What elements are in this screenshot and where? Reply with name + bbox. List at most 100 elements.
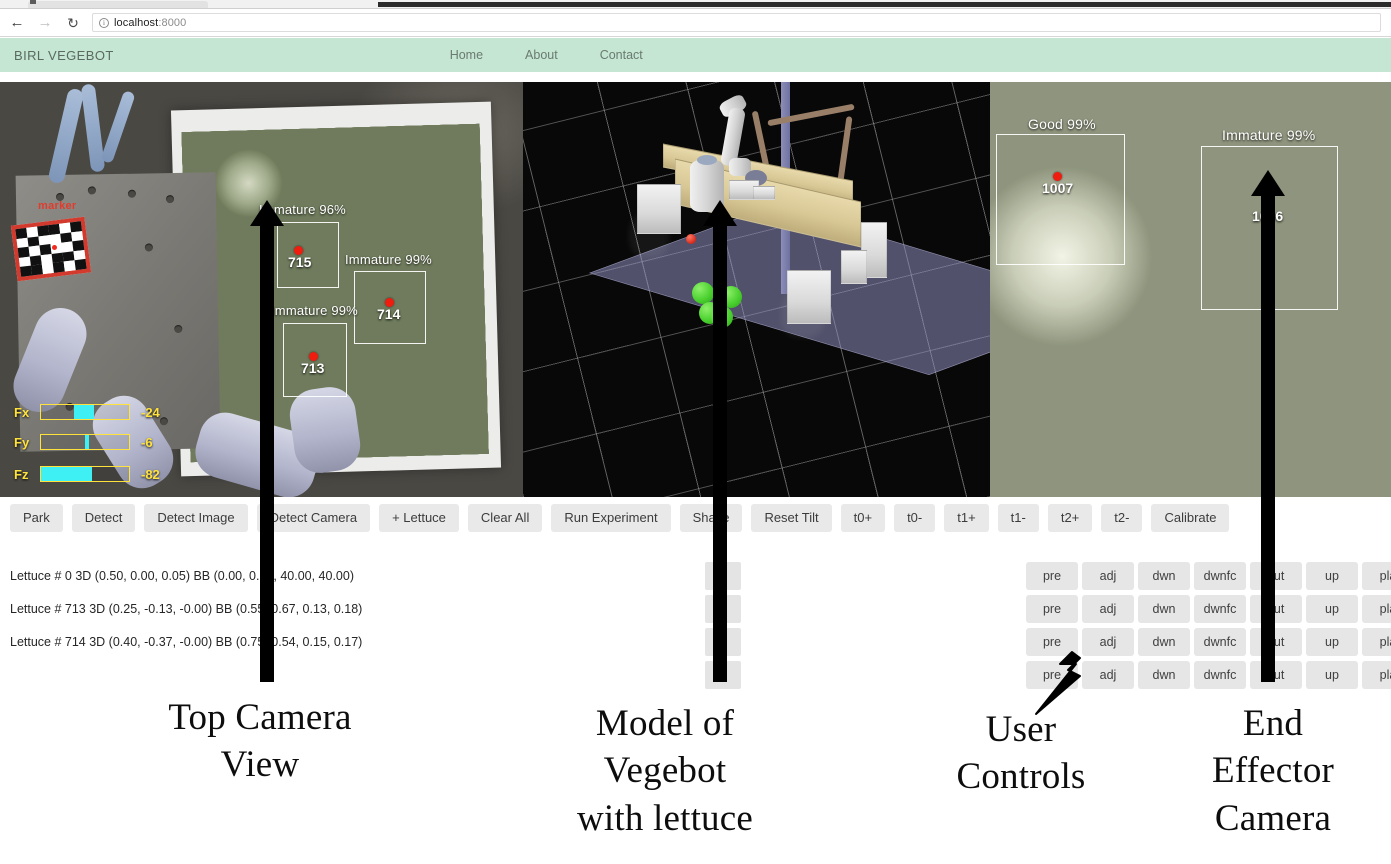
browser-tab-indicator (30, 0, 36, 4)
calibrate-button[interactable]: Calibrate (1151, 504, 1230, 532)
caption-line: Controls (956, 756, 1086, 798)
force-bar-fy-track (40, 434, 130, 450)
nav-link-contact[interactable]: Contact (600, 48, 643, 62)
simulation-wheel-2 (787, 270, 831, 324)
caption-simulation: Model of Vegebot with lettuce (532, 700, 798, 842)
browser-toolbar: ← → ↻ i localhost:8000 (0, 9, 1391, 37)
detection-id-713: 713 (301, 360, 325, 376)
address-host: localhost (114, 16, 159, 29)
annotation-arrow-top-camera (247, 200, 287, 682)
pre-button-row2[interactable]: pre (1026, 595, 1078, 623)
pla-button-row1[interactable]: pla (1362, 562, 1391, 590)
browser-tab-strip (0, 0, 1391, 9)
detect-button[interactable]: Detect (71, 504, 136, 532)
action-toolbar: Park Detect Detect Image Detect Camera +… (0, 500, 1391, 536)
dwn-button-row1[interactable]: dwn (1138, 562, 1190, 590)
annotation-arrow-end-effector (1248, 170, 1288, 682)
address-bar-text: localhost:8000 (114, 17, 186, 29)
detection-id-1007: 1007 (1042, 180, 1074, 196)
dwnfc-button-row3[interactable]: dwnfc (1194, 628, 1246, 656)
aruco-marker-icon (10, 216, 92, 282)
simulation-wheel-1 (637, 184, 681, 234)
caption-line: Camera (1214, 797, 1332, 839)
detection-label-714: Immature 99% (345, 252, 432, 267)
browser-tab[interactable] (28, 1, 208, 8)
dwn-button-row4[interactable]: dwn (1138, 661, 1190, 689)
pla-button-row2[interactable]: pla (1362, 595, 1391, 623)
simulation-view[interactable] (523, 82, 990, 497)
caption-top-camera: Top Camera View (120, 694, 400, 789)
force-bar-fz-label: Fz (14, 466, 29, 482)
up-button-row4[interactable]: up (1306, 661, 1358, 689)
simulation-wheel-4 (841, 250, 867, 284)
dwn-button-row3[interactable]: dwn (1138, 628, 1190, 656)
force-bar-fy-label: Fy (14, 434, 30, 450)
force-bar-fz-fill (41, 467, 93, 481)
info-icon[interactable]: i (99, 17, 109, 28)
pre-button-row1[interactable]: pre (1026, 562, 1078, 590)
pla-button-row3[interactable]: pla (1362, 628, 1391, 656)
browser-titlebar-fill (378, 2, 1391, 7)
park-button[interactable]: Park (10, 504, 63, 532)
t0-increase-button[interactable]: t0+ (840, 504, 886, 532)
force-bar-fx-track (40, 404, 130, 420)
lettuce-list-item: Lettuce # 0 3D (0.50, 0.00, 0.05) BB (0.… (10, 569, 354, 583)
caption-line: View (220, 744, 300, 786)
force-bar-fy: Fy -6 (14, 432, 153, 452)
dwn-button-row2[interactable]: dwn (1138, 595, 1190, 623)
force-bar-fz: Fz -82 (14, 464, 160, 484)
site-navbar: BIRL VEGEBOT Home About Contact (0, 38, 1391, 72)
up-button-row1[interactable]: up (1306, 562, 1358, 590)
clear-all-button[interactable]: Clear All (467, 504, 543, 532)
lettuce-list: Lettuce # 0 3D (0.50, 0.00, 0.05) BB (0.… (10, 560, 710, 659)
address-port: :8000 (158, 16, 187, 29)
dwnfc-button-row2[interactable]: dwnfc (1194, 595, 1246, 623)
site-nav-links: Home About Contact (450, 48, 643, 62)
lettuce-list-item: Lettuce # 713 3D (0.25, -0.13, -0.00) BB… (10, 602, 363, 616)
forward-arrow-icon: → (37, 14, 53, 31)
end-effector-camera-view[interactable]: Good 99% 1007 Immature 99% 1006 (990, 82, 1391, 497)
caption-end-effector: End Effector Camera (1158, 700, 1388, 842)
adj-button-row4[interactable]: adj (1082, 661, 1134, 689)
run-experiment-button[interactable]: Run Experiment (551, 504, 671, 532)
detection-id-714: 714 (377, 306, 401, 322)
up-button-row2[interactable]: up (1306, 595, 1358, 623)
detect-image-button[interactable]: Detect Image (144, 504, 248, 532)
dwnfc-button-row1[interactable]: dwnfc (1194, 562, 1246, 590)
simulation-target-marker (686, 234, 696, 244)
detection-id-715: 715 (288, 254, 312, 270)
adj-button-row2[interactable]: adj (1082, 595, 1134, 623)
adj-button-row1[interactable]: adj (1082, 562, 1134, 590)
t1-decrease-button[interactable]: t1- (997, 504, 1039, 532)
app-window: ← → ↻ i localhost:8000 BIRL VEGEBOT Home… (0, 0, 1391, 864)
caption-line: Effector (1211, 750, 1335, 792)
nav-link-home[interactable]: Home (450, 48, 483, 62)
site-brand[interactable]: BIRL VEGEBOT (14, 48, 114, 63)
add-lettuce-button[interactable]: + Lettuce (379, 504, 459, 532)
caption-user-controls: User Controls (908, 706, 1134, 801)
detection-label-1007: Good 99% (1028, 116, 1096, 132)
t0-decrease-button[interactable]: t0- (894, 504, 936, 532)
detection-label-1006: Immature 99% (1222, 127, 1316, 143)
address-bar[interactable]: i localhost:8000 (92, 13, 1381, 32)
adj-button-row3[interactable]: adj (1082, 628, 1134, 656)
detection-box-1007 (996, 134, 1125, 265)
dwnfc-button-row4[interactable]: dwnfc (1194, 661, 1246, 689)
pla-button-row4[interactable]: pla (1362, 661, 1391, 689)
t2-decrease-button[interactable]: t2- (1101, 504, 1143, 532)
nav-link-about[interactable]: About (525, 48, 558, 62)
force-bar-fx: Fx -24 (14, 402, 160, 422)
force-bar-fx-value: -24 (141, 404, 160, 420)
t1-increase-button[interactable]: t1+ (944, 504, 989, 532)
force-bar-fz-value: -82 (141, 466, 160, 482)
reset-tilt-button[interactable]: Reset Tilt (751, 504, 832, 532)
marker-label: marker (38, 200, 77, 212)
caption-line: User (985, 709, 1057, 750)
reload-icon[interactable]: ↻ (62, 12, 84, 34)
back-arrow-icon[interactable]: ← (6, 12, 28, 34)
t2-increase-button[interactable]: t2+ (1047, 504, 1093, 532)
caption-line: Model of (595, 703, 735, 744)
up-button-row3[interactable]: up (1306, 628, 1358, 656)
caption-line: with lettuce (576, 797, 754, 839)
annotation-arrow-simulation (700, 200, 740, 682)
